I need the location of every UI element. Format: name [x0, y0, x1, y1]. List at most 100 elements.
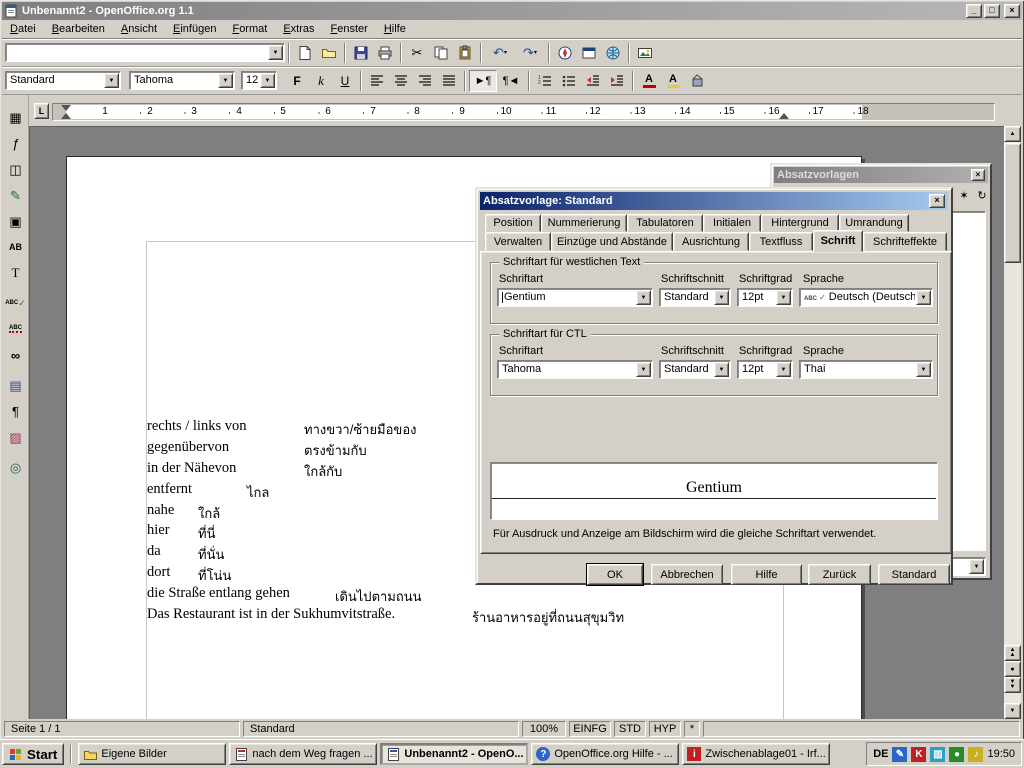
chevron-down-icon[interactable]: ▼: [776, 362, 791, 377]
taskbar-item-eigene-bilder[interactable]: Eigene Bilder: [78, 743, 226, 765]
paragraph-style-value[interactable]: Standard: [10, 74, 103, 86]
graphics-on-off-button[interactable]: ▨: [3, 425, 28, 449]
gallery-button[interactable]: [633, 42, 657, 64]
print-button[interactable]: [373, 42, 397, 64]
ctl-language-combobox[interactable]: Thai ▼: [799, 360, 933, 379]
chevron-down-icon[interactable]: ▼: [636, 290, 651, 305]
spellcheck-button[interactable]: ABC✓: [3, 291, 28, 315]
chevron-down-icon[interactable]: ▼: [916, 290, 931, 305]
start-button[interactable]: Start: [2, 743, 64, 765]
window-titlebar[interactable]: Unbenannt2 - OpenOffice.org 1.1 _ □ ×: [2, 2, 1022, 20]
chevron-down-icon[interactable]: ▼: [776, 290, 791, 305]
help-button[interactable]: Hilfe: [731, 564, 802, 585]
ctl-size-value[interactable]: 12pt: [742, 363, 775, 375]
bullets-button[interactable]: [557, 70, 581, 92]
dialog-titlebar[interactable]: Absatzvorlage: Standard ×: [480, 192, 948, 210]
scroll-down-button[interactable]: ▼: [1004, 703, 1021, 719]
tray-keyboard-icon[interactable]: K: [911, 747, 926, 762]
next-page-button[interactable]: ▼▼: [1004, 677, 1021, 693]
status-page-style[interactable]: Standard: [243, 721, 519, 737]
tab-tabulatoren[interactable]: Tabulatoren: [627, 214, 703, 232]
align-justify-button[interactable]: [437, 70, 461, 92]
url-combobox[interactable]: ▼: [5, 43, 285, 62]
right-to-left-button[interactable]: ¶◄: [497, 70, 525, 92]
language-indicator[interactable]: DE: [873, 748, 888, 760]
chevron-down-icon[interactable]: ▼: [636, 362, 651, 377]
tab-stop-selector[interactable]: L: [34, 103, 49, 119]
scroll-up-button[interactable]: ▲: [1004, 126, 1021, 142]
status-hyperlink-mode[interactable]: HYP: [649, 721, 681, 737]
first-line-indent-marker[interactable]: [61, 105, 71, 111]
numbering-button[interactable]: 12: [533, 70, 557, 92]
close-button[interactable]: ×: [1004, 4, 1020, 18]
online-layout-button[interactable]: ◎: [3, 455, 28, 479]
ok-button[interactable]: OK: [587, 564, 643, 585]
status-insert-mode[interactable]: EINFG: [569, 721, 611, 737]
western-language-combobox[interactable]: ABC✓ Deutsch (Deutsch ▼: [799, 288, 933, 307]
horizontal-ruler[interactable]: 1 2 3 4 5 6 7 8 9 10 11 12 13 14 15 16 1…: [52, 103, 995, 121]
save-button[interactable]: [349, 42, 373, 64]
font-name-combobox[interactable]: Tahoma ▼: [129, 71, 235, 90]
western-size-value[interactable]: 12pt: [742, 291, 775, 303]
chevron-down-icon[interactable]: ▼: [969, 559, 984, 574]
ctl-size-combobox[interactable]: 12pt ▼: [737, 360, 793, 379]
align-right-button[interactable]: [413, 70, 437, 92]
hyperlink-button[interactable]: [601, 42, 625, 64]
stylist-close-button[interactable]: ×: [971, 169, 985, 181]
auto-spellcheck-button[interactable]: ABC: [3, 317, 28, 341]
western-font-value[interactable]: Gentium: [502, 291, 635, 303]
cut-button[interactable]: ✂: [405, 42, 429, 64]
menu-hilfe[interactable]: Hilfe: [376, 21, 414, 37]
insert-object-button[interactable]: ◫: [3, 157, 28, 181]
western-size-combobox[interactable]: 12pt ▼: [737, 288, 793, 307]
western-style-value[interactable]: Standard: [664, 291, 713, 303]
font-name-value[interactable]: Tahoma: [134, 74, 217, 86]
stylist-button[interactable]: [577, 42, 601, 64]
back-button[interactable]: Zurück: [808, 564, 871, 585]
chevron-down-icon[interactable]: ▼: [218, 73, 233, 88]
highlight-button[interactable]: A: [661, 70, 685, 92]
tab-ausrichtung[interactable]: Ausrichtung: [673, 232, 749, 251]
new-document-button[interactable]: [293, 42, 317, 64]
new-style-button[interactable]: ✶: [954, 185, 974, 205]
increase-indent-button[interactable]: [605, 70, 629, 92]
ctl-style-value[interactable]: Standard: [664, 363, 713, 375]
chevron-down-icon[interactable]: ▼: [714, 362, 729, 377]
navigation-button[interactable]: ●: [1004, 661, 1021, 677]
ctl-style-combobox[interactable]: Standard ▼: [659, 360, 731, 379]
background-color-button[interactable]: [685, 70, 709, 92]
chevron-down-icon[interactable]: ▼: [260, 73, 275, 88]
taskbar-item-zwischenablage-irfanview[interactable]: i Zwischenablage01 - Irf...: [682, 743, 830, 765]
western-language-value[interactable]: ABC✓ Deutsch (Deutsch: [804, 291, 915, 303]
chevron-down-icon[interactable]: ▼: [268, 45, 283, 60]
insert-button[interactable]: ▦: [3, 105, 28, 129]
menu-datei[interactable]: Datei: [2, 21, 44, 37]
italic-button[interactable]: k: [309, 70, 333, 92]
bold-button[interactable]: F: [285, 70, 309, 92]
tab-initialen[interactable]: Initialen: [703, 214, 761, 232]
tray-volume-icon[interactable]: ♪: [968, 747, 983, 762]
left-to-right-button[interactable]: ►¶: [469, 70, 497, 92]
autotext-button[interactable]: AB: [3, 235, 28, 259]
tray-scheduler-icon[interactable]: ●: [949, 747, 964, 762]
form-functions-button[interactable]: ▣: [3, 209, 28, 233]
left-indent-marker[interactable]: [61, 113, 71, 119]
tab-verwalten[interactable]: Verwalten: [485, 232, 551, 251]
tray-ime-icon[interactable]: ✎: [892, 747, 907, 762]
ctl-font-combobox[interactable]: Tahoma ▼: [497, 360, 653, 379]
navigator-button[interactable]: [553, 42, 577, 64]
cancel-button[interactable]: Abbrechen: [651, 564, 723, 585]
tab-nummerierung[interactable]: Nummerierung: [541, 214, 627, 232]
font-color-button[interactable]: A: [637, 70, 661, 92]
redo-button[interactable]: ↷▾: [515, 42, 545, 64]
previous-page-button[interactable]: ▲▲: [1004, 645, 1021, 661]
menu-ansicht[interactable]: Ansicht: [113, 21, 165, 37]
find-replace-button[interactable]: ∞: [3, 343, 28, 367]
menu-format[interactable]: Format: [224, 21, 275, 37]
menu-extras[interactable]: Extras: [275, 21, 322, 37]
draw-functions-button[interactable]: ✎: [3, 183, 28, 207]
chevron-down-icon[interactable]: ▼: [104, 73, 119, 88]
data-sources-button[interactable]: ▤: [3, 373, 28, 397]
stylist-titlebar[interactable]: Absatzvorlagen ×: [774, 167, 988, 183]
tray-display-icon[interactable]: ▥: [930, 747, 945, 762]
